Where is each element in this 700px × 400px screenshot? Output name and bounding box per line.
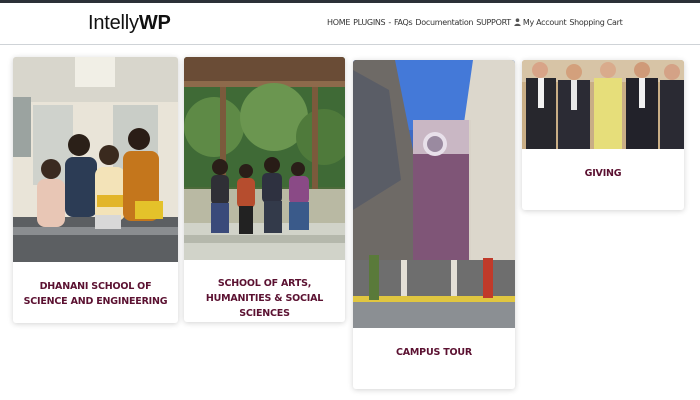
user-icon: [514, 18, 521, 26]
card-title[interactable]: DHANANI SCHOOL OF SCIENCE AND ENGINEERIN…: [19, 279, 172, 309]
nav-faqs[interactable]: FAQs: [394, 18, 413, 27]
card-campus-tour[interactable]: CAMPUS TOUR: [353, 60, 515, 389]
site-logo[interactable]: IntellyWP: [88, 12, 171, 35]
nav-shopping-cart[interactable]: Shopping Cart: [569, 18, 622, 27]
lab-students-photo: [13, 57, 178, 262]
nav-separator: -: [388, 18, 391, 27]
card-title[interactable]: SCHOOL OF ARTS, HUMANITIES & SOCIAL SCIE…: [190, 276, 339, 321]
students-sitting-photo: [184, 57, 345, 260]
card-title[interactable]: GIVING: [528, 166, 678, 181]
nav-plugins[interactable]: PLUGINS: [353, 18, 386, 27]
card-title[interactable]: CAMPUS TOUR: [359, 345, 509, 360]
card-arts-humanities[interactable]: SCHOOL OF ARTS, HUMANITIES & SOCIAL SCIE…: [184, 57, 345, 322]
nav-my-account[interactable]: My Account: [523, 18, 567, 27]
nav-documentation[interactable]: Documentation: [415, 18, 473, 27]
main-nav: HOME PLUGINS - FAQs Documentation SUPPORT My A…: [327, 18, 625, 27]
donors-group-photo: [522, 60, 684, 149]
nav-support[interactable]: SUPPORT: [476, 18, 511, 27]
card-science-engineering[interactable]: DHANANI SCHOOL OF SCIENCE AND ENGINEERIN…: [13, 57, 178, 323]
campus-building-photo: [353, 60, 515, 328]
nav-home[interactable]: HOME: [327, 18, 350, 27]
site-header: IntellyWP HOME PLUGINS - FAQs Documentation S…: [0, 3, 700, 45]
card-giving[interactable]: GIVING: [522, 60, 684, 210]
